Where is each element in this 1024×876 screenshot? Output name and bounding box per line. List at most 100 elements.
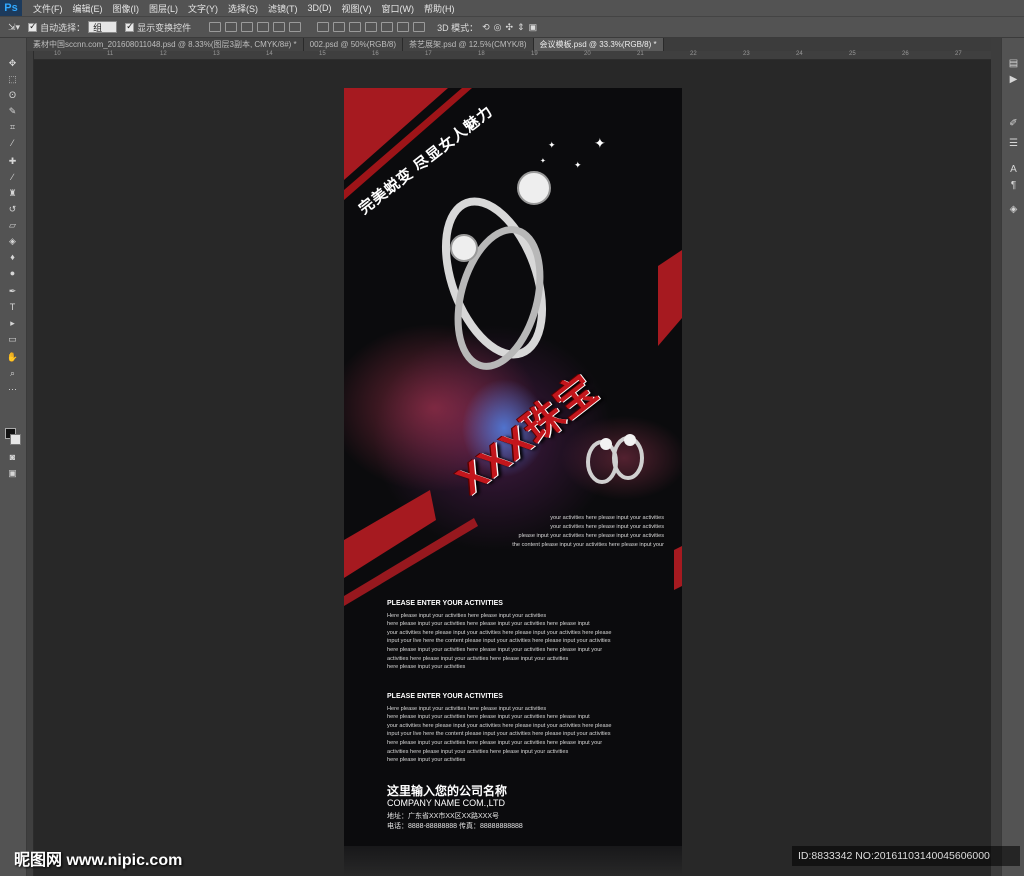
type-tool-icon[interactable]: T: [6, 302, 19, 313]
activities-line: your activities here please input your a…: [387, 722, 612, 729]
ruler-tick-label: 15: [319, 51, 326, 57]
distribute-center-icon[interactable]: [381, 22, 394, 32]
align-left-icon[interactable]: [257, 22, 270, 32]
extra-tools-icon[interactable]: ⋯: [6, 384, 19, 395]
distribute-middle-icon[interactable]: [333, 22, 346, 32]
company-address: 地址：广东省XX市XX区XX路XXX号: [387, 813, 500, 820]
activities-block-title: PLEASE ENTER YOUR ACTIVITIES: [387, 600, 503, 607]
vertical-ruler[interactable]: [27, 51, 34, 876]
scale-3d-icon[interactable]: ▣: [529, 22, 538, 33]
tab-document-active[interactable]: 会议模板.psd @ 33.3%(RGB/8) *: [533, 38, 664, 51]
menu-edit[interactable]: 编辑(E): [68, 2, 108, 15]
activities-line: here please input your activities here p…: [387, 739, 603, 746]
mode-3d-option: 3D 模式： ⟲ ◎ ✣ ⇕ ▣: [437, 21, 537, 34]
sparkle-icon: ✦: [594, 136, 606, 152]
align-bottom-icon[interactable]: [241, 22, 254, 32]
show-transform-option[interactable]: 显示变换控件: [125, 21, 191, 34]
company-name-en: COMPANY NAME COM.,LTD: [387, 798, 506, 808]
rotate-3d-icon[interactable]: ⟲: [482, 22, 490, 33]
shape-tool-icon[interactable]: ▭: [6, 334, 19, 345]
menu-layer[interactable]: 图层(L): [144, 2, 183, 15]
auto-select-option[interactable]: 自动选择： 组: [28, 21, 118, 34]
ruler-tick-label: 19: [531, 51, 538, 57]
sparkle-icon: ✦: [548, 141, 556, 151]
adjustments-panel-icon[interactable]: ☰: [1007, 138, 1020, 150]
clone-stamp-tool-icon[interactable]: ♜: [6, 188, 19, 199]
menu-view[interactable]: 视图(V): [337, 2, 377, 15]
hand-tool-icon[interactable]: ✋: [6, 352, 19, 363]
eraser-tool-icon[interactable]: ▱: [6, 220, 19, 231]
align-middle-icon[interactable]: [225, 22, 238, 32]
3d-panel-icon[interactable]: ◈: [1007, 204, 1020, 216]
horizontal-ruler[interactable]: 10 11 12 13 14 15 16 17 18 19 20 21 22 23 24 25 26 27: [34, 51, 991, 60]
activities-line: input your live here the content please …: [387, 731, 611, 738]
distribute-buttons: [313, 22, 426, 32]
history-brush-tool-icon[interactable]: ↺: [6, 204, 19, 215]
tab-document-2[interactable]: 002.psd @ 50%(RGB/8): [303, 38, 404, 51]
lasso-tool-icon[interactable]: ʘ: [6, 90, 19, 101]
large-ring-diamond: [517, 171, 551, 205]
menu-help[interactable]: 帮助(H): [419, 2, 460, 15]
right-red-band: [658, 250, 682, 346]
align-top-icon[interactable]: [209, 22, 222, 32]
menu-filter[interactable]: 滤镜(T): [263, 2, 303, 15]
quick-select-tool-icon[interactable]: ✎: [6, 106, 19, 117]
eyedropper-tool-icon[interactable]: ⁄: [6, 138, 19, 149]
zoom-tool-icon[interactable]: ⌕: [6, 368, 19, 379]
healing-brush-tool-icon[interactable]: ✚: [6, 156, 19, 167]
align-center-icon[interactable]: [273, 22, 286, 32]
menu-type[interactable]: 文字(Y): [183, 2, 223, 15]
distribute-bottom-icon[interactable]: [349, 22, 362, 32]
auto-select-checkbox[interactable]: [28, 21, 38, 32]
ruler-tick-label: 14: [266, 51, 273, 57]
ruler-tick-label: 13: [213, 51, 220, 57]
dodge-tool-icon[interactable]: ●: [6, 268, 19, 279]
ruler-tick-label: 10: [54, 51, 61, 57]
panel-dock-strip[interactable]: [991, 38, 1001, 876]
history-panel-icon[interactable]: ▤: [1007, 58, 1020, 70]
path-select-tool-icon[interactable]: ▸: [6, 318, 19, 329]
auto-select-dropdown[interactable]: 组: [88, 21, 118, 33]
marquee-tool-icon[interactable]: ⬚: [6, 74, 19, 85]
paint-bucket-tool-icon[interactable]: ◈: [6, 236, 19, 247]
background-color-swatch[interactable]: [10, 434, 21, 445]
slide-3d-icon[interactable]: ⇕: [517, 22, 525, 33]
menu-file[interactable]: 文件(F): [28, 2, 68, 15]
tab-document-1[interactable]: 素材中国sccnn.com_201608011048.psd @ 8.33%(图…: [27, 38, 304, 51]
distribute-top-icon[interactable]: [317, 22, 330, 32]
actions-panel-icon[interactable]: ▶: [1007, 74, 1020, 86]
activities-line: your activities here please input your a…: [387, 629, 612, 636]
activities-line: activities here please input your activi…: [387, 748, 569, 755]
intro-line: your activities here please input your a…: [550, 524, 664, 530]
move-tool-icon[interactable]: ✥: [6, 58, 19, 69]
paragraph-panel-icon[interactable]: ¶: [1007, 180, 1020, 192]
right-small-band: [674, 546, 682, 590]
distribute-right-icon[interactable]: [397, 22, 410, 32]
brush-tool-icon[interactable]: ∕: [6, 172, 19, 183]
show-transform-checkbox[interactable]: [125, 21, 135, 32]
menu-image[interactable]: 图像(I): [108, 2, 145, 15]
brush-panel-icon[interactable]: ✐: [1007, 118, 1020, 130]
intro-line: please input your activities here please…: [518, 533, 664, 539]
blur-tool-icon[interactable]: ♦: [6, 252, 19, 263]
crop-tool-icon[interactable]: ⌗: [6, 122, 19, 133]
ruler-tick-label: 26: [902, 51, 909, 57]
move-tool-icon[interactable]: ⇲▾: [8, 22, 20, 33]
tab-document-3[interactable]: 茶艺展架.psd @ 12.5%(CMYK/8): [403, 38, 534, 51]
ruler-tick-label: 22: [690, 51, 697, 57]
drag-3d-icon[interactable]: ✣: [506, 22, 514, 33]
pen-tool-icon[interactable]: ✒: [6, 286, 19, 297]
ruler-tick-label: 11: [107, 51, 114, 57]
menu-3d[interactable]: 3D(D): [303, 3, 337, 13]
nipic-watermark-logo: 昵图网 www.nipic.com: [14, 852, 183, 869]
align-right-icon[interactable]: [289, 22, 302, 32]
screen-mode-icon[interactable]: ▣: [6, 468, 19, 479]
quick-mask-icon[interactable]: ◙: [6, 452, 19, 463]
auto-align-icon[interactable]: [413, 22, 426, 32]
character-panel-icon[interactable]: A: [1007, 164, 1020, 176]
poster-canvas[interactable]: ✦ ✦ ✦ ✦ 完美蜕变 尽显女人魅力 XXX珠宝 your activitie…: [344, 88, 682, 846]
menu-window[interactable]: 窗口(W): [377, 2, 420, 15]
menu-select[interactable]: 选择(S): [223, 2, 263, 15]
distribute-left-icon[interactable]: [365, 22, 378, 32]
roll-3d-icon[interactable]: ◎: [494, 22, 502, 33]
